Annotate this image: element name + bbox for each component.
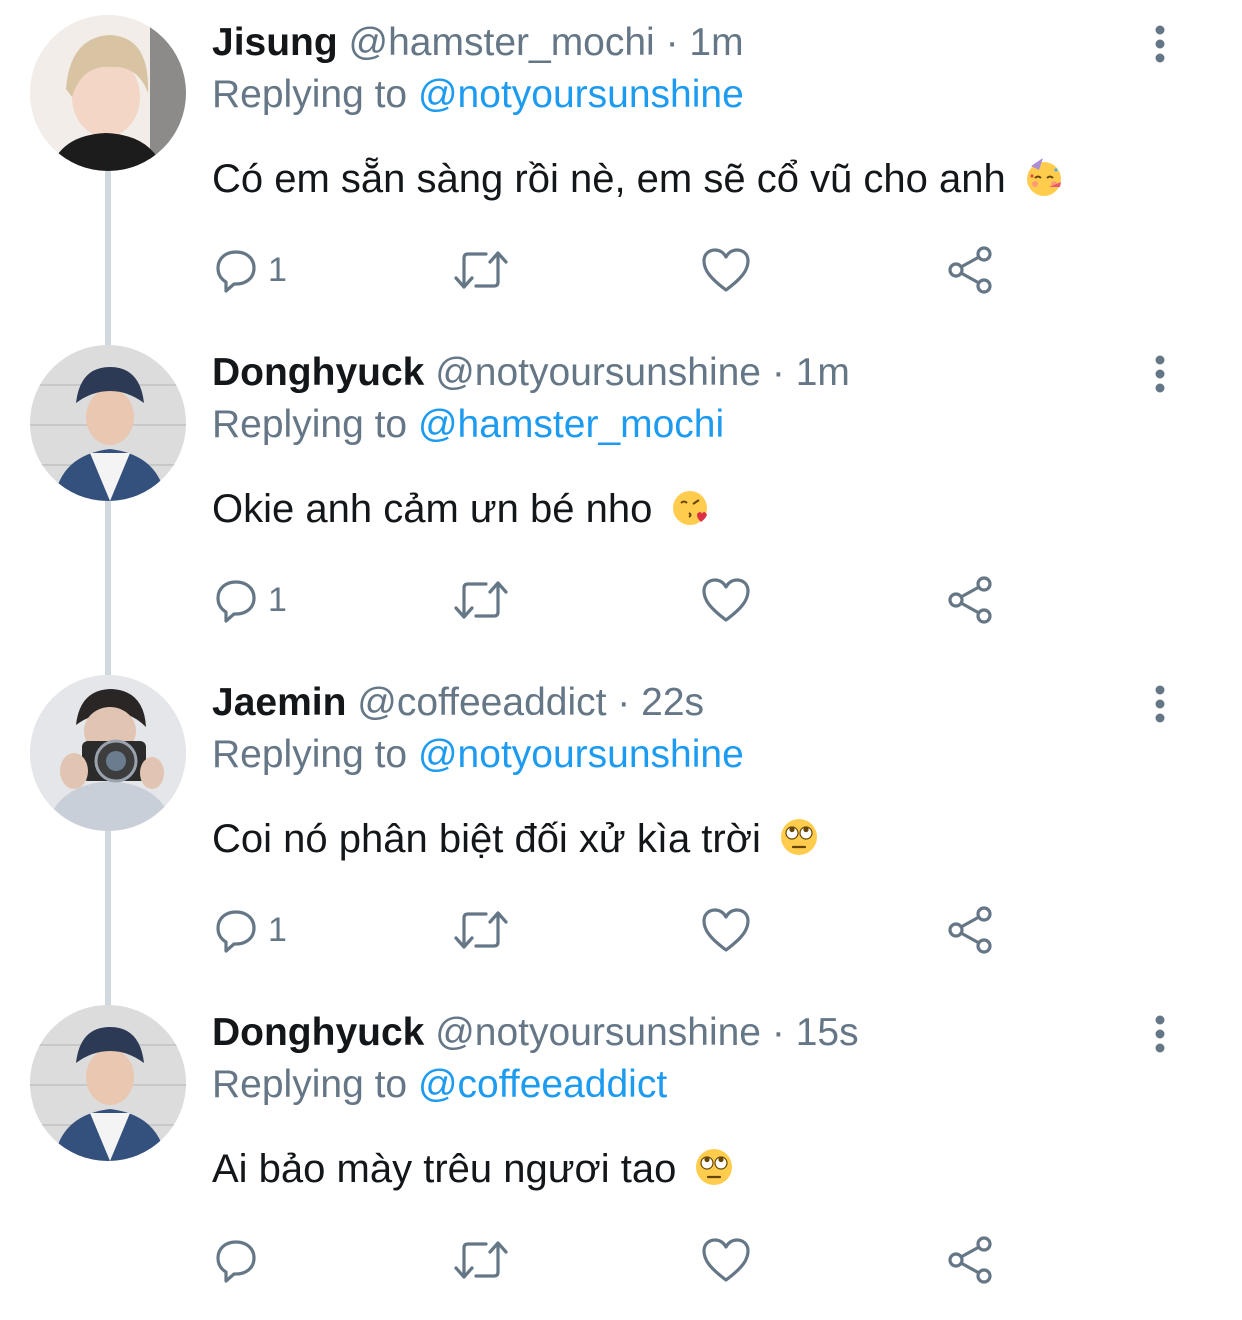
tweet-text: Okie anh cảm ưn bé nho <box>212 482 712 536</box>
heart-icon <box>702 908 750 952</box>
heart-icon <box>702 248 750 292</box>
display-name[interactable]: Donghyuck <box>212 351 424 394</box>
more-vertical-icon[interactable] <box>1145 22 1175 66</box>
tweet-actions: 1 <box>0 900 1242 960</box>
like-button[interactable] <box>700 240 752 300</box>
reply-button[interactable]: 1 <box>212 900 287 960</box>
tweet[interactable]: Jaemin @coffeeaddict · 22s Replying to @… <box>0 660 1242 990</box>
more-vertical-icon[interactable] <box>1145 682 1175 726</box>
display-name[interactable]: Donghyuck <box>212 1011 424 1054</box>
tweet[interactable]: Donghyuck @notyoursunshine · 1m Replying… <box>0 330 1242 660</box>
retweet-button[interactable] <box>452 570 510 630</box>
share-button[interactable] <box>944 570 996 630</box>
reply-button[interactable]: 1 <box>212 240 287 300</box>
replying-to: Replying to @coffeeaddict <box>212 1060 667 1110</box>
avatar[interactable] <box>30 15 186 171</box>
separator: · <box>771 1011 785 1054</box>
replying-to: Replying to @notyoursunshine <box>212 70 744 120</box>
tweet-body: Ai bảo mày trêu ngươi tao <box>212 1147 677 1191</box>
timestamp[interactable]: 15s <box>796 1011 859 1054</box>
reply-bubble-icon <box>216 1240 256 1283</box>
display-name[interactable]: Jaemin <box>212 681 346 724</box>
share-icon <box>948 246 992 294</box>
tweet-actions <box>0 1230 1242 1290</box>
tweet-body: Okie anh cảm ưn bé nho <box>212 487 653 531</box>
avatar[interactable] <box>30 345 186 501</box>
share-icon <box>948 906 992 954</box>
separator: · <box>617 681 631 724</box>
retweet-icon <box>454 911 508 949</box>
share-icon <box>948 576 992 624</box>
share-button[interactable] <box>944 240 996 300</box>
timestamp[interactable]: 22s <box>641 681 704 724</box>
face-with-rolling-eyes-emoji <box>780 819 817 856</box>
replying-label: Replying to <box>212 733 408 776</box>
share-icon <box>948 1236 992 1284</box>
tweet-header: Jaemin @coffeeaddict · 22s <box>212 678 704 728</box>
reply-bubble-icon <box>216 910 256 953</box>
retweet-button[interactable] <box>452 240 510 300</box>
avatar[interactable] <box>30 675 186 831</box>
replying-label: Replying to <box>212 1063 408 1106</box>
replying-label: Replying to <box>212 73 408 116</box>
username[interactable]: @notyoursunshine <box>435 351 761 394</box>
share-button[interactable] <box>944 900 996 960</box>
face-with-rolling-eyes-emoji <box>696 1149 733 1186</box>
reply-count: 1 <box>268 250 287 289</box>
tweet-body: Coi nó phân biệt đối xử kìa trời <box>212 817 761 861</box>
reply-count: 1 <box>268 910 287 949</box>
retweet-button[interactable] <box>452 900 510 960</box>
more-vertical-icon[interactable] <box>1145 1012 1175 1056</box>
display-name[interactable]: Jisung <box>212 21 338 64</box>
reply-button[interactable]: 1 <box>212 570 287 630</box>
partying-face-emoji <box>1026 158 1061 197</box>
replying-to: Replying to @notyoursunshine <box>212 730 744 780</box>
reply-thread: Jisung @hamster_mochi · 1m Replying to @… <box>0 0 1242 1302</box>
tweet-text: Coi nó phân biệt đối xử kìa trời <box>212 812 820 866</box>
reply-button[interactable] <box>212 1230 268 1290</box>
username[interactable]: @coffeeaddict <box>357 681 606 724</box>
like-button[interactable] <box>700 900 752 960</box>
replying-label: Replying to <box>212 403 408 446</box>
tweet-text: Có em sẵn sàng rồi nè, em sẽ cổ vũ cho a… <box>212 152 1065 206</box>
tweet-actions: 1 <box>0 240 1242 300</box>
more-vertical-icon[interactable] <box>1145 352 1175 396</box>
timestamp[interactable]: 1m <box>796 351 850 394</box>
username[interactable]: @hamster_mochi <box>349 21 655 64</box>
mention-link[interactable]: @notyoursunshine <box>418 733 744 776</box>
avatar[interactable] <box>30 1005 186 1161</box>
tweet[interactable]: Donghyuck @notyoursunshine · 15s Replyin… <box>0 990 1242 1320</box>
tweet[interactable]: Jisung @hamster_mochi · 1m Replying to @… <box>0 0 1242 330</box>
timestamp[interactable]: 1m <box>689 21 743 64</box>
share-button[interactable] <box>944 1230 996 1290</box>
face-blowing-kiss-emoji <box>672 491 707 526</box>
retweet-icon <box>454 251 508 289</box>
reply-bubble-icon <box>216 250 256 293</box>
tweet-header: Jisung @hamster_mochi · 1m <box>212 18 744 68</box>
retweet-icon <box>454 581 508 619</box>
tweet-header: Donghyuck @notyoursunshine · 15s <box>212 1008 859 1058</box>
mention-link[interactable]: @hamster_mochi <box>418 403 724 446</box>
retweet-icon <box>454 1241 508 1279</box>
heart-icon <box>702 1238 750 1282</box>
heart-icon <box>702 578 750 622</box>
separator: · <box>771 351 785 394</box>
like-button[interactable] <box>700 570 752 630</box>
separator: · <box>665 21 679 64</box>
tweet-text: Ai bảo mày trêu ngươi tao <box>212 1142 735 1196</box>
retweet-button[interactable] <box>452 1230 510 1290</box>
mention-link[interactable]: @coffeeaddict <box>418 1063 667 1106</box>
like-button[interactable] <box>700 1230 752 1290</box>
tweet-body: Có em sẵn sàng rồi nè, em sẽ cổ vũ cho a… <box>212 157 1006 201</box>
tweet-actions: 1 <box>0 570 1242 630</box>
username[interactable]: @notyoursunshine <box>435 1011 761 1054</box>
mention-link[interactable]: @notyoursunshine <box>418 73 744 116</box>
tweet-header: Donghyuck @notyoursunshine · 1m <box>212 348 850 398</box>
reply-count: 1 <box>268 580 287 619</box>
replying-to: Replying to @hamster_mochi <box>212 400 724 450</box>
reply-bubble-icon <box>216 580 256 623</box>
